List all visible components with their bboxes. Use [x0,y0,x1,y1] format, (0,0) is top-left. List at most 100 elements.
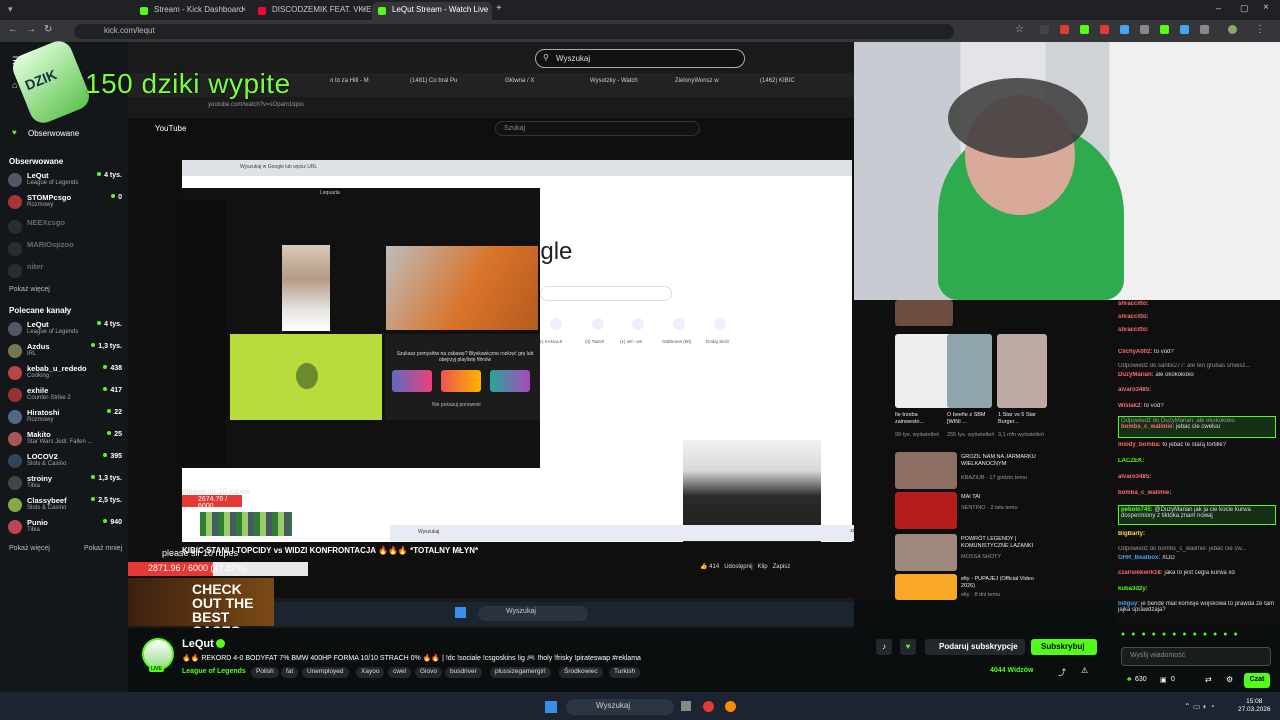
stream-category[interactable]: League of Legends [182,668,246,675]
extension-icon[interactable] [1060,25,1069,34]
back-icon[interactable]: ← [8,24,18,35]
google-url-bar: Wyszukaj w Google lub wpisz URL [240,164,318,170]
channel-points[interactable]: 630 [1135,676,1147,683]
chat-input[interactable]: Wyślij wiadomość [1121,647,1271,666]
close-icon[interactable]: × [241,5,246,14]
recommended-channel[interactable]: kebab_u_rededo Cooking 438 [8,364,124,384]
viewer-count: 1,3 tys. [91,475,122,482]
send-chat-button[interactable]: Czat [1244,673,1270,688]
minimize-button[interactable]: – [1216,3,1221,13]
menu-dots-icon[interactable]: ⋮ [1255,24,1265,35]
subscribe-button[interactable]: Subskrybuj [1031,639,1097,655]
close-icon[interactable]: × [481,5,486,14]
extension-icon[interactable] [1080,25,1089,34]
chat-username[interactable]: GHR_Beatbox: [1118,555,1160,561]
maximize-button[interactable]: ▢ [1240,3,1249,14]
extension-icon[interactable] [1140,25,1149,34]
settings-gear-icon[interactable]: ⚙ [1226,675,1233,684]
stream-tag[interactable]: Polish [251,667,279,678]
followed-channel-offline[interactable]: MARIOspzoo [8,240,124,260]
gift-subscription-button[interactable]: Podaruj subskrypcje [925,639,1025,655]
bookmark-star-icon[interactable]: ☆ [1015,24,1024,35]
url-field[interactable]: kick.com/lequt [74,24,954,39]
chat-username[interactable]: kuba3d2y: [1118,586,1148,592]
extension-icon[interactable] [1100,25,1109,34]
stream-tag[interactable]: Turkish [609,667,641,678]
extension-icon[interactable] [1040,25,1049,34]
followed-channel-offline[interactable]: NEEXcsgo [8,218,124,238]
chat-username[interactable]: mlody_bomba: [1118,442,1161,448]
recommended-channel[interactable]: Punio Tibia 940 [8,518,124,538]
task-view-icon[interactable] [681,701,691,711]
extension-icon[interactable] [1180,25,1189,34]
avatar [8,242,22,256]
chrome-icon[interactable] [703,701,714,712]
followed-channel-offline[interactable]: niter [8,262,124,282]
streamer-name[interactable]: LeQut [182,638,214,650]
chat-username[interactable]: DuzyMarian: [1118,372,1154,378]
recommended-channel[interactable]: Hiratoshi Rozmowy 22 [8,408,124,428]
stream-tag[interactable]: Unemployed [302,667,349,678]
show-less-recommended[interactable]: Pokaż mniej [84,545,122,552]
stream-tag[interactable]: Xayoo [356,667,385,678]
tray-icons[interactable]: ⌃ ▭ ◐ ◔ [1184,702,1215,711]
coin-count[interactable]: 0 [1171,676,1175,683]
followed-channel[interactable]: LeQut League of Legends 4 tys. [8,171,124,191]
stream-tag[interactable]: fat [281,667,299,678]
follow-heart-button[interactable]: ♥ [900,639,916,655]
forward-icon[interactable]: → [26,24,36,35]
chat-username[interactable]: LACZEK: [1118,458,1144,464]
reload-icon[interactable]: ↻ [44,24,52,35]
viewer-count: 22 [107,409,122,416]
nav-followed[interactable]: Obserwowane [28,129,79,138]
tab-youtube[interactable]: DISCODZEMIK FEAT. VKIE, OK!× [252,2,372,20]
recommended-channel[interactable]: Makito Star Wars Jedi: Fallen ... 25 [8,430,124,450]
chat-username[interactable]: BigBarty: [1118,531,1145,537]
windows-start-button[interactable] [545,701,557,713]
recommended-channel[interactable]: Classybeef Slots & Casino 2,5 tys. [8,496,124,516]
extension-icon[interactable] [1160,25,1169,34]
stream-tag[interactable]: plussizegamergirl [490,667,551,678]
tab-lequt-stream[interactable]: LeQut Stream - Watch Live × [372,2,492,20]
chat-username[interactable]: alvaro3485: [1118,474,1151,480]
repeat-icon[interactable]: ⇄ [1205,675,1212,684]
stream-tag[interactable]: cwel [388,667,412,678]
taskbar-search[interactable]: Wyszukaj [566,699,674,715]
puzzle-icon[interactable] [1200,25,1209,34]
chrome-icon[interactable] [725,701,736,712]
chat-username[interactable]: ClichyA002: [1118,349,1152,355]
chat-message: shraccitto: [1118,314,1276,320]
recommended-channel[interactable]: stroiny Tibia 1,3 tys. [8,474,124,494]
stream-tag[interactable]: Glovo [415,667,442,678]
video-title: 1 Star vs 5 Star Burger... [998,412,1036,425]
chat-username[interactable]: shraccitto: [1118,327,1149,333]
recommended-channel[interactable]: LOCOV2 Slots & Casino 395 [8,452,124,472]
taskbar-clock[interactable]: 15:08 27.03.2026 [1238,698,1271,714]
chat-username[interactable]: shraccitto: [1118,301,1149,307]
recommended-channel[interactable]: LeQut League of Legends 4 tys. [8,320,124,340]
share-icon[interactable]: ⤴ [1058,667,1066,678]
emote-bar[interactable]: ●●●●●●●●●●●● [1121,631,1271,641]
show-more-recommended[interactable]: Pokaż więcej [9,545,50,552]
show-more-followed[interactable]: Pokaż więcej [9,286,50,293]
profile-avatar[interactable] [1228,25,1237,34]
chat-username[interactable]: bombs_c_walimie: [1121,424,1174,430]
recommended-channel[interactable]: exhile Counter-Strike 2 417 [8,386,124,406]
tab-kick-dashboard[interactable]: Stream - Kick Dashboard × [134,2,252,20]
recommended-channel[interactable]: Azdus IRL 1,3 tys. [8,342,124,362]
extension-icon[interactable] [1120,25,1129,34]
notification-bell-button[interactable]: ♪ [876,639,892,655]
close-window-button[interactable]: × [1263,2,1269,13]
chat-username[interactable]: Wiślak2: [1118,403,1142,409]
chat-username[interactable]: shraccitto: [1118,314,1149,320]
chat-username[interactable]: bomba_c_walimie: [1118,490,1171,496]
chat-username[interactable]: alvaro3485: [1118,387,1151,393]
tab-search-icon[interactable]: ▾ [8,4,13,15]
new-tab-button[interactable]: + [496,3,502,14]
followed-channel[interactable]: STOMPcsgo Rozmowy 0 [8,193,124,213]
stream-tag[interactable]: Środkowiec [559,667,603,678]
chat-username[interactable]: czarislekierk18: [1118,570,1163,576]
close-icon[interactable]: × [361,5,366,14]
stream-tag[interactable]: busdriver [445,667,482,678]
report-icon[interactable]: ⚠ [1081,666,1088,675]
